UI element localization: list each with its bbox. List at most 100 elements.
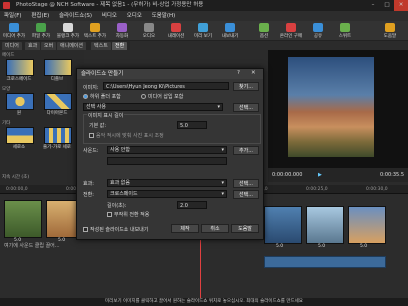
toolbar-preview-button[interactable]: 미리 보기 — [191, 22, 215, 40]
toolbar-narration-button[interactable]: 내레이션 — [164, 22, 188, 40]
cancel-button[interactable]: 취소 — [201, 224, 229, 233]
tab-transitions[interactable]: 전환 — [112, 42, 128, 50]
toolbar-add-text-button[interactable]: 텍스트 추가 — [83, 22, 107, 40]
transition-thumb[interactable] — [44, 93, 72, 110]
toolbar-buy-online-button[interactable]: 온라인 구매 — [279, 22, 303, 40]
ruler-tick: 0:00:30,0 — [366, 187, 388, 192]
tab-text[interactable]: 텍스트 — [91, 42, 111, 50]
preview-icon — [198, 23, 208, 32]
add-sound-button[interactable]: 추가... — [233, 146, 259, 155]
category-other: 기타 — [2, 121, 11, 126]
preview-end-time: 0:00:35.5 — [379, 172, 404, 178]
dialog-help-icon[interactable]: ? — [237, 70, 240, 76]
transition-label: 세로소 — [12, 145, 26, 150]
add-media-icon — [9, 23, 19, 32]
sound-file-input[interactable] — [107, 157, 227, 165]
menu-file[interactable]: 파일(F) — [4, 13, 22, 19]
transition-thumb[interactable] — [44, 59, 72, 76]
dialog-title: 슬라이드쇼 만들기 — [77, 69, 263, 79]
sound-select[interactable]: 사용 안함 — [107, 146, 227, 154]
timeline-clip[interactable] — [4, 200, 42, 238]
menu-edit[interactable]: 편집(E) — [31, 13, 49, 19]
category-shape: 모양 — [2, 87, 11, 92]
window-title: PhotoStage @ NCH Software - 제목 없음1 - (무허… — [16, 2, 204, 8]
transition-thumb[interactable] — [6, 127, 34, 144]
menu-video[interactable]: 비디오 — [102, 13, 117, 19]
tab-media[interactable]: 미디어 — [2, 42, 22, 50]
timeline-clip[interactable] — [348, 206, 386, 244]
preview-pane — [268, 50, 408, 168]
status-bar: 미리보기 이미지를 클릭하고 끌어서 원하는 슬라이드쇼 위치로 놓으십시오. … — [0, 298, 408, 306]
export-checkbox[interactable] — [83, 227, 88, 232]
transition-length-input[interactable]: 2.0 — [177, 201, 207, 209]
toolbar-share-button[interactable]: 공유 — [306, 22, 330, 40]
clip-duration: 5.0 — [318, 244, 326, 249]
transition-label: 전환: — [83, 192, 94, 198]
menu-slideshow[interactable]: 슬라이드쇼(S) — [59, 13, 92, 19]
cart-icon — [286, 23, 296, 32]
preview-time: 0:00:00.000 — [272, 172, 303, 178]
random-transition-checkbox[interactable] — [107, 212, 112, 217]
transition-label: 디졸브 — [50, 77, 64, 82]
app-icon — [3, 2, 10, 9]
radio-subfolders[interactable] — [83, 94, 88, 99]
tab-overlay[interactable]: 오버 — [41, 42, 57, 50]
minimize-button[interactable]: – — [366, 0, 380, 11]
radio-media[interactable] — [141, 94, 146, 99]
transition-thumb[interactable] — [6, 59, 34, 76]
text-icon — [90, 23, 100, 32]
duration-input[interactable]: 5.0 — [177, 121, 207, 129]
toolbar-options-button[interactable]: 옵션 — [252, 22, 276, 40]
toolbar-automate-button[interactable]: 자동화 — [110, 22, 134, 40]
play-button[interactable]: ▶ — [318, 168, 322, 182]
tab-effects[interactable]: 효과 — [25, 42, 41, 50]
audio-drop-hint: 여기에 사운드 클립 끌어... — [4, 243, 60, 249]
toolbar: 미디어 추가 파일 추가 블랭크 추가 텍스트 추가 자동화 오디오 내레이션 … — [0, 21, 408, 41]
effect-select[interactable]: 효과 없음 — [107, 179, 227, 187]
toolbar-audio-button[interactable]: 오디오 — [137, 22, 161, 40]
suite-icon — [340, 23, 350, 32]
maximize-button[interactable]: □ — [380, 0, 394, 11]
effect-select-button[interactable]: 선택... — [233, 179, 259, 188]
toolbar-add-file-button[interactable]: 파일 추가 — [29, 22, 53, 40]
menu-audio[interactable]: 오디오 — [127, 13, 142, 19]
duration-group-label: 이미지 표시 길이 — [87, 112, 125, 119]
menu-bar: 파일(F) 편집(E) 슬라이드쇼(S) 비디오 오디오 도움말(H) — [0, 11, 408, 21]
blank-icon — [63, 23, 73, 32]
narration-icon — [171, 23, 181, 32]
dialog-close-button[interactable]: ✕ — [251, 70, 256, 76]
audio-icon — [144, 23, 154, 32]
radio-subfolders-label: 하위 폴더 포함 — [90, 94, 121, 100]
random-transition-label: 무작위 전환 적용 — [114, 212, 150, 218]
ruler-tick: 0:00:00,0 — [6, 187, 28, 192]
transitions-panel: 페이드 크로스페이드 디졸브 모양 원 다이아몬드 기타 세로소 줄기-가로 세… — [0, 50, 84, 185]
title-bar: PhotoStage @ NCH Software - 제목 없음1 - (무허… — [0, 0, 408, 11]
dialog-help-button[interactable]: 도움말 — [231, 224, 259, 233]
order-select[interactable]: 선택 사용 — [83, 103, 223, 111]
menu-help[interactable]: 도움말(H) — [152, 13, 176, 19]
options-icon — [259, 23, 269, 32]
transition-label: 원 — [16, 111, 22, 116]
add-file-icon — [36, 23, 46, 32]
folder-path-input[interactable]: C:\Users\Hyun Jeong Ki\Pictures — [103, 82, 229, 90]
transition-select-button[interactable]: 선택... — [233, 190, 259, 199]
select-button[interactable]: 선택... — [233, 103, 259, 112]
transition-thumb[interactable] — [44, 127, 72, 144]
toolbar-export-button[interactable]: 내보내기 — [218, 22, 242, 40]
tab-animation[interactable]: 애니메이션 — [57, 42, 87, 50]
create-button[interactable]: 제작 — [171, 224, 199, 233]
transition-select[interactable]: 크로스페이드 — [107, 190, 227, 198]
transition-thumb[interactable] — [6, 93, 34, 110]
audio-track-clip[interactable] — [264, 256, 386, 268]
close-button[interactable]: ✕ — [394, 0, 408, 11]
browse-button[interactable]: 찾기... — [233, 82, 259, 91]
toolbar-add-media-button[interactable]: 미디어 추가 — [2, 22, 26, 40]
timeline-clip[interactable] — [264, 206, 302, 244]
fit-music-checkbox[interactable] — [89, 133, 94, 138]
toolbar-add-blank-button[interactable]: 블랭크 추가 — [56, 22, 80, 40]
toolbar-help-button[interactable]: 도움말 — [378, 22, 402, 40]
timeline-clip[interactable] — [306, 206, 344, 244]
preview-image — [288, 57, 374, 157]
share-icon — [313, 23, 323, 32]
toolbar-suite-button[interactable]: 스위트 — [333, 22, 357, 40]
